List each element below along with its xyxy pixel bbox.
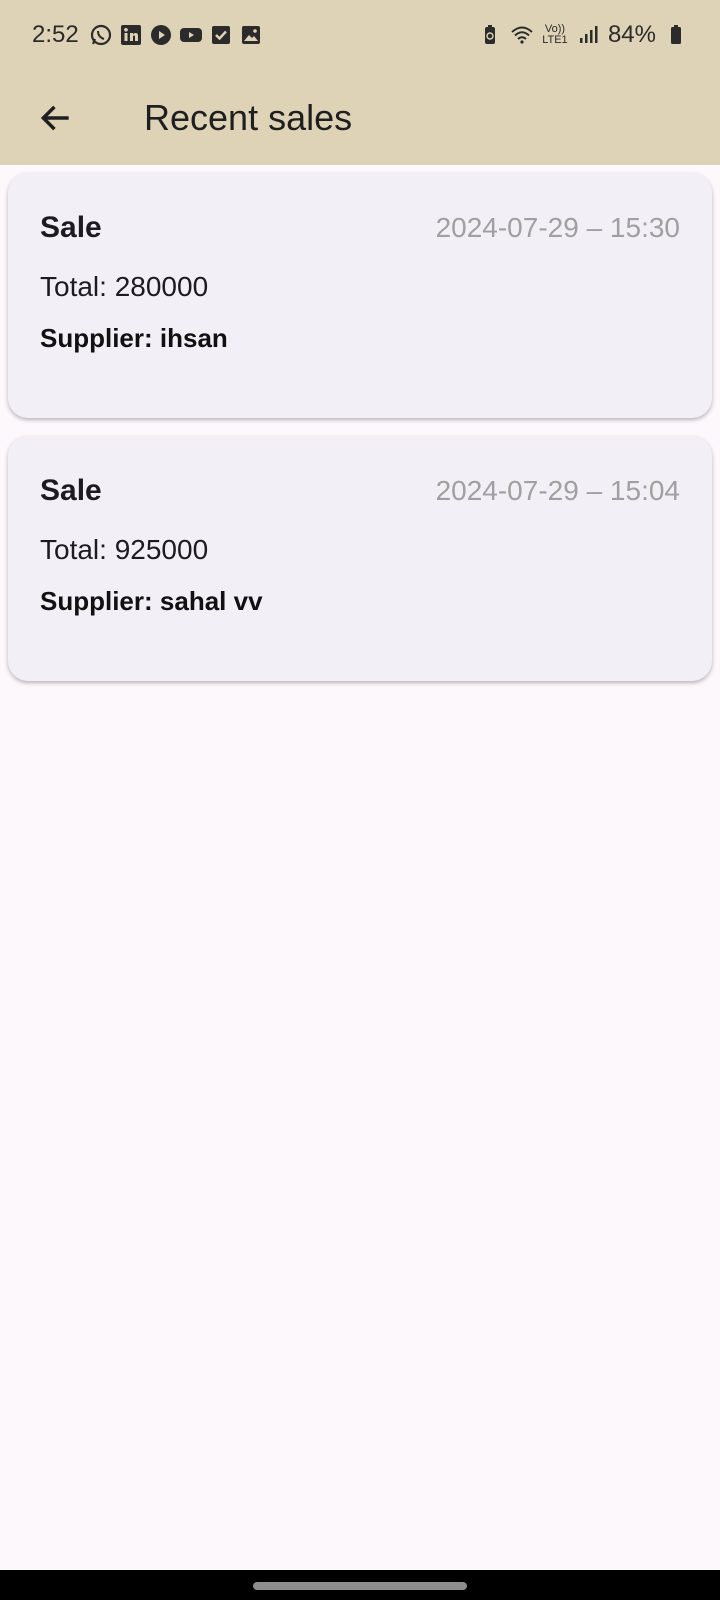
sale-title: Sale	[40, 211, 102, 244]
youtube-icon	[179, 23, 203, 47]
status-right: Vo)) LTE1 84%	[478, 21, 688, 49]
page-title: Recent sales	[144, 96, 353, 138]
sale-total: Total: 280000	[40, 271, 209, 302]
sale-datetime: 2024-07-29 – 15:30	[435, 212, 680, 243]
gallery-icon	[239, 23, 263, 47]
sale-supplier: Supplier: sahal vv	[40, 586, 263, 616]
wifi-icon	[510, 23, 534, 47]
header-area: 2:52 Vo)) LTE1 84% Recent sales	[0, 0, 720, 165]
sale-supplier: Supplier: ihsan	[40, 323, 228, 353]
battery-percent: 84%	[607, 21, 656, 48]
back-button[interactable]	[28, 90, 84, 146]
navigation-bar	[0, 1570, 720, 1600]
whatsapp-icon	[89, 23, 113, 47]
checkbox-icon	[209, 23, 233, 47]
sale-datetime: 2024-07-29 – 15:04	[435, 475, 680, 506]
network-label: Vo)) LTE1	[542, 23, 568, 46]
sale-card[interactable]: Sale 2024-07-29 – 15:04 Total: 925000 Su…	[8, 436, 712, 681]
sale-total: Total: 925000	[40, 534, 209, 565]
sale-card-header: Sale 2024-07-29 – 15:04	[40, 474, 680, 508]
linkedin-icon	[119, 23, 143, 47]
play-icon	[149, 23, 173, 47]
sale-card-header: Sale 2024-07-29 – 15:30	[40, 211, 680, 245]
status-left: 2:52	[32, 21, 263, 49]
sale-title: Sale	[40, 474, 102, 507]
sales-list: Sale 2024-07-29 – 15:30 Total: 280000 Su…	[0, 165, 720, 681]
battery-saver-icon	[478, 23, 502, 47]
app-bar: Recent sales	[0, 70, 720, 165]
arrow-left-icon	[40, 105, 69, 130]
signal-icon	[576, 23, 600, 47]
battery-icon	[664, 23, 688, 47]
status-bar: 2:52 Vo)) LTE1 84%	[0, 0, 720, 70]
sale-card[interactable]: Sale 2024-07-29 – 15:30 Total: 280000 Su…	[8, 173, 712, 418]
status-time: 2:52	[32, 21, 79, 48]
home-gesture-handle[interactable]	[253, 1582, 467, 1590]
